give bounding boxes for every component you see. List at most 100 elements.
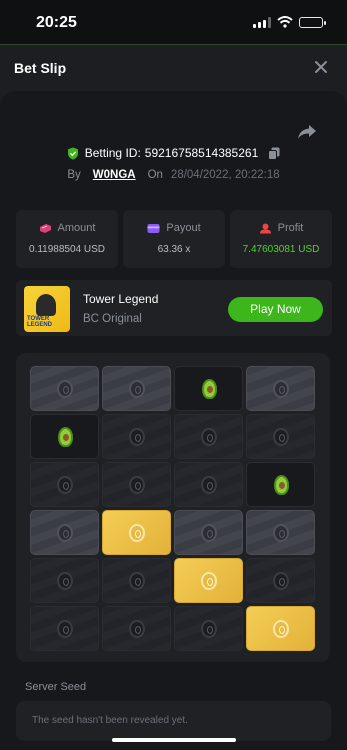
tower-legend-figure-icon — [36, 294, 56, 316]
board-tile[interactable] — [174, 510, 243, 555]
thumb-text: TOWER LEGEND — [27, 316, 52, 328]
board-tile[interactable] — [30, 606, 99, 651]
bet-slip-content: Betting ID: 59216758514385261 By W0NGA O… — [0, 91, 347, 750]
sheet-header: Bet Slip — [0, 45, 347, 91]
signal-icon — [253, 16, 271, 28]
wifi-icon — [277, 16, 293, 28]
on-label: On — [147, 169, 163, 181]
close-button[interactable] — [311, 57, 331, 77]
status-icons — [253, 16, 326, 28]
board-tile[interactable] — [102, 510, 171, 555]
board-tile[interactable] — [246, 366, 315, 411]
coin-icon — [56, 523, 73, 542]
board-tile[interactable] — [246, 414, 315, 459]
profit-card: Profit 7.47603081 USD — [230, 210, 332, 268]
game-name: Tower Legend — [83, 292, 159, 306]
board-tile[interactable] — [102, 606, 171, 651]
tile-grid — [30, 366, 315, 651]
profit-icon — [259, 223, 271, 233]
coin-icon — [200, 475, 217, 494]
board-tile[interactable] — [102, 462, 171, 507]
board-tile[interactable] — [174, 558, 243, 603]
board-tile[interactable] — [102, 366, 171, 411]
shield-check-icon — [67, 147, 78, 160]
bet-date: 28/04/2022, 20:22:18 — [170, 169, 280, 181]
board-tile[interactable] — [246, 558, 315, 603]
game-row: TOWER LEGEND Tower Legend BC Original Pl… — [16, 280, 332, 336]
payout-card: Payout 63.36 x — [123, 210, 225, 268]
server-seed-label: Server Seed — [25, 681, 87, 693]
close-icon — [315, 61, 327, 73]
by-row: By W0NGA On 28/04/2022, 20:22:18 — [0, 169, 347, 181]
payout-value: 63.36 x — [157, 244, 191, 255]
board-tile[interactable] — [174, 414, 243, 459]
coin-icon — [56, 619, 73, 638]
coin-icon — [56, 379, 73, 398]
avocado-icon — [201, 378, 217, 399]
coin-icon — [128, 379, 145, 398]
home-indicator — [112, 738, 236, 742]
game-thumbnail[interactable]: TOWER LEGEND — [24, 286, 70, 332]
coin-icon — [200, 571, 217, 590]
play-now-button[interactable]: Play Now — [228, 297, 323, 322]
profit-label: Profit — [277, 222, 304, 234]
status-bar: 20:25 — [0, 0, 347, 44]
game-board — [16, 353, 330, 662]
betting-id-value: 59216758514385261 — [144, 146, 259, 160]
board-tile[interactable] — [102, 558, 171, 603]
coin-icon — [272, 523, 289, 542]
status-time: 20:25 — [36, 14, 77, 31]
game-provider: BC Original — [83, 313, 142, 325]
bet-slip-sheet: Bet Slip Betting ID: 59216758514385261 B… — [0, 44, 347, 750]
amount-label-row: Amount — [16, 222, 118, 234]
coin-icon — [128, 523, 145, 542]
sheet-title: Bet Slip — [14, 60, 67, 76]
board-tile[interactable] — [174, 462, 243, 507]
board-tile[interactable] — [30, 414, 99, 459]
board-tile[interactable] — [30, 462, 99, 507]
amount-card: Amount 0.11988504 USD — [16, 210, 118, 268]
copy-icon[interactable] — [268, 147, 280, 160]
payout-label: Payout — [166, 222, 201, 234]
board-tile[interactable] — [30, 510, 99, 555]
coin-icon — [272, 379, 289, 398]
coin-icon — [200, 427, 217, 446]
battery-icon — [299, 16, 326, 28]
coin-icon — [128, 475, 145, 494]
board-tile[interactable] — [246, 606, 315, 651]
board-tile[interactable] — [174, 606, 243, 651]
avocado-icon — [57, 426, 73, 447]
betting-id-label: Betting ID: — [84, 146, 141, 160]
board-tile[interactable] — [174, 366, 243, 411]
coin-icon — [272, 427, 289, 446]
board-tile[interactable] — [102, 414, 171, 459]
coin-icon — [128, 619, 145, 638]
server-seed-text: The seed hasn't been revealed yet. — [32, 715, 188, 726]
amount-value: 0.11988504 USD — [29, 244, 105, 255]
betting-id-row: Betting ID: 59216758514385261 — [0, 146, 347, 160]
payout-label-row: Payout — [123, 222, 225, 234]
coin-icon — [56, 571, 73, 590]
share-icon[interactable] — [297, 124, 317, 140]
thumb-text-line2: LEGEND — [27, 322, 53, 328]
coin-icon — [128, 571, 145, 590]
board-tile[interactable] — [246, 510, 315, 555]
coin-icon — [128, 427, 145, 446]
coin-icon — [200, 619, 217, 638]
profit-label-row: Profit — [230, 222, 332, 234]
stat-cards: Amount 0.11988504 USD Payout 63.36 x Pro… — [16, 210, 332, 268]
payout-icon — [147, 223, 160, 233]
coin-icon — [272, 571, 289, 590]
board-tile[interactable] — [246, 462, 315, 507]
profit-value: 7.47603081 USD — [242, 244, 320, 255]
coin-icon — [200, 523, 217, 542]
username-link[interactable]: W0NGA — [93, 169, 136, 181]
by-label: By — [67, 169, 81, 181]
coin-icon — [56, 475, 73, 494]
amount-label: Amount — [57, 222, 96, 234]
server-seed-box: The seed hasn't been revealed yet. — [16, 701, 331, 741]
board-tile[interactable] — [30, 558, 99, 603]
avocado-icon — [273, 474, 289, 495]
board-tile[interactable] — [30, 366, 99, 411]
coin-icon — [272, 619, 289, 638]
